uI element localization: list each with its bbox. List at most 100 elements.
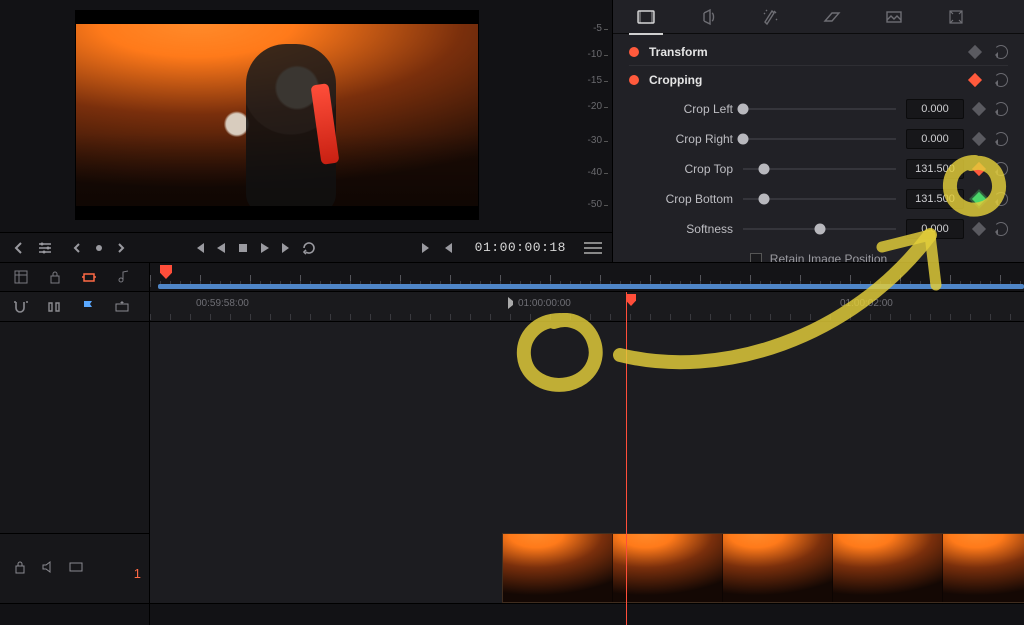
db-tick: -10: [572, 49, 602, 60]
ruler-label: 01:00:00:00: [518, 298, 571, 309]
clip-in-marker-icon: [507, 296, 517, 313]
loop-icon[interactable]: [298, 237, 320, 259]
preview-frame[interactable]: [75, 10, 479, 220]
db-tick: -15: [572, 75, 602, 86]
value-field[interactable]: 0.000: [906, 99, 964, 119]
tab-transition[interactable]: [819, 4, 845, 30]
video-track-header[interactable]: 1: [0, 533, 149, 603]
value-field[interactable]: 0.000: [906, 129, 964, 149]
db-tick: -50: [572, 199, 602, 210]
lock-icon[interactable]: [44, 266, 66, 288]
value-field[interactable]: 131.500: [906, 159, 964, 179]
ruler-label: 01:00:02:00: [840, 298, 893, 309]
frame-icon[interactable]: [68, 559, 84, 578]
db-tick: -30: [572, 135, 602, 146]
transport-bar: 01:00:00:18: [0, 232, 612, 262]
timeline-lanes[interactable]: [150, 322, 1024, 625]
slider[interactable]: [743, 162, 896, 176]
timeline-tools: [0, 292, 150, 322]
db-tick: -5: [572, 23, 602, 34]
inspector-tabs: [613, 0, 1024, 34]
preview-viewer: -5 -10 -15 -20 -30 -40 -50: [0, 0, 612, 262]
prev-marker-icon[interactable]: [437, 237, 459, 259]
timeline-time-ruler[interactable]: 00:59:58:00 01:00:00:00 01:00:02:00: [150, 292, 1024, 322]
timecode-display[interactable]: 01:00:00:18: [475, 240, 566, 255]
audio-db-ruler: -5 -10 -15 -20 -30 -40 -50: [564, 5, 608, 220]
reset-icon[interactable]: [994, 45, 1008, 59]
keyframe-diamond-icon[interactable]: [972, 162, 986, 176]
param-label: Crop Left: [629, 102, 733, 116]
track-headers: 1: [0, 322, 150, 625]
param-label: Crop Top: [629, 162, 733, 176]
cropping-enable-toggle[interactable]: [629, 75, 639, 85]
lock-icon[interactable]: [12, 559, 28, 578]
tab-image[interactable]: [881, 4, 907, 30]
param-softness: Softness 0.000: [629, 214, 1008, 244]
add-track-icon[interactable]: [112, 297, 132, 317]
param-crop-bottom: Crop Bottom 131.500: [629, 184, 1008, 214]
keyframe-diamond-icon[interactable]: [968, 73, 982, 87]
next-marker-icon[interactable]: [415, 237, 437, 259]
param-crop-right: Crop Right 0.000: [629, 124, 1008, 154]
selection-arrow-icon[interactable]: [78, 266, 100, 288]
slider[interactable]: [743, 102, 896, 116]
reset-icon[interactable]: [994, 192, 1008, 206]
inspector-panel: Transform Cropping Crop Left 0.000 Crop …: [612, 0, 1024, 280]
keyframe-diamond-icon[interactable]: [968, 44, 982, 58]
sliders-icon[interactable]: [34, 237, 56, 259]
play-icon[interactable]: [254, 237, 276, 259]
keyframe-diamond-icon[interactable]: [972, 132, 986, 146]
db-tick: -20: [572, 101, 602, 112]
section-title: Transform: [649, 45, 960, 59]
transform-enable-toggle[interactable]: [629, 47, 639, 57]
param-label: Softness: [629, 222, 733, 236]
snap-magnet-icon[interactable]: [10, 297, 30, 317]
timeline-view-icon[interactable]: [10, 266, 32, 288]
record-dot-icon[interactable]: [88, 237, 110, 259]
keyframe-diamond-icon[interactable]: [972, 102, 986, 116]
slider[interactable]: [743, 192, 896, 206]
keyframe-diamond-icon[interactable]: [972, 222, 986, 236]
clip-thumbnail: [943, 534, 1024, 602]
db-tick: -40: [572, 167, 602, 178]
chevron-left-icon[interactable]: [8, 237, 30, 259]
play-reverse-icon[interactable]: [210, 237, 232, 259]
reset-icon[interactable]: [994, 102, 1008, 116]
reset-icon[interactable]: [994, 132, 1008, 146]
section-title: Cropping: [649, 73, 960, 87]
playhead-line[interactable]: [626, 292, 627, 625]
clip-thumbnail: [723, 534, 833, 602]
preview-image: [76, 24, 478, 206]
chevron-right-small-icon[interactable]: [110, 237, 132, 259]
tab-audio[interactable]: [695, 4, 721, 30]
section-transform[interactable]: Transform: [629, 38, 1008, 66]
marker-flag-icon[interactable]: [78, 297, 98, 317]
slider[interactable]: [743, 132, 896, 146]
music-note-icon[interactable]: [112, 266, 134, 288]
chevron-left-small-icon[interactable]: [66, 237, 88, 259]
audio-mute-icon[interactable]: [40, 559, 56, 578]
value-field[interactable]: 131.500: [906, 189, 964, 209]
skip-last-icon[interactable]: [276, 237, 298, 259]
reset-icon[interactable]: [994, 73, 1008, 87]
video-clip[interactable]: [502, 533, 1024, 603]
stop-icon[interactable]: [232, 237, 254, 259]
keyframe-diamond-icon[interactable]: [972, 192, 986, 206]
track-index: 1: [134, 566, 141, 581]
tab-video[interactable]: [633, 4, 659, 30]
slider[interactable]: [743, 222, 896, 236]
section-cropping[interactable]: Cropping: [629, 66, 1008, 94]
reset-icon[interactable]: [994, 222, 1008, 236]
timeline-overview-ruler[interactable]: [150, 263, 1024, 291]
tab-file[interactable]: [943, 4, 969, 30]
menu-icon[interactable]: [582, 237, 604, 259]
clip-thumbnail: [833, 534, 943, 602]
timeline-toolbar: [0, 262, 1024, 292]
value-field[interactable]: 0.000: [906, 219, 964, 239]
link-icon[interactable]: [44, 297, 64, 317]
clip-thumbnail: [613, 534, 723, 602]
tab-effects[interactable]: [757, 4, 783, 30]
reset-icon[interactable]: [994, 162, 1008, 176]
range-bar[interactable]: [158, 284, 1024, 289]
skip-first-icon[interactable]: [188, 237, 210, 259]
